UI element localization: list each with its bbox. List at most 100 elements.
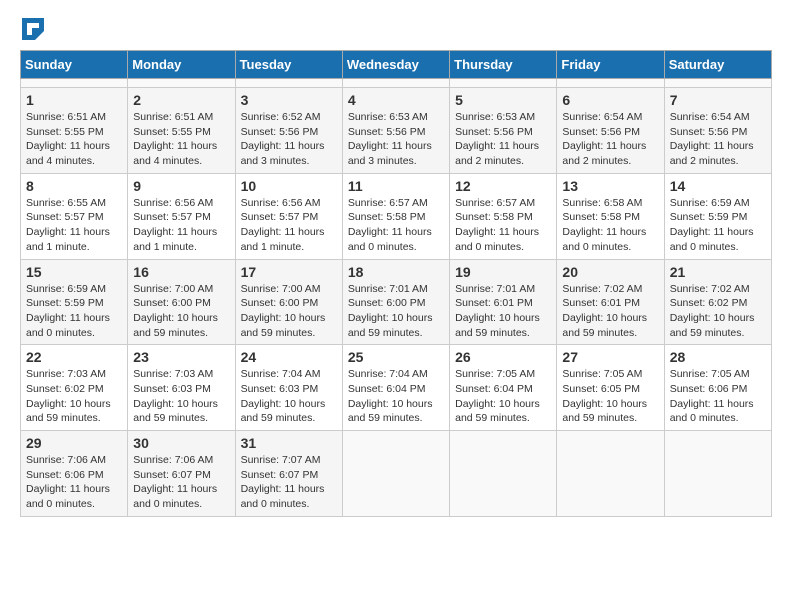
day-info: Sunrise: 6:54 AMSunset: 5:56 PMDaylight:… [562, 110, 658, 169]
day-number: 16 [133, 264, 229, 280]
day-number: 22 [26, 349, 122, 365]
table-row: 10 Sunrise: 6:56 AMSunset: 5:57 PMDayligh… [235, 173, 342, 259]
day-info: Sunrise: 6:57 AMSunset: 5:58 PMDaylight:… [348, 196, 444, 255]
table-row [342, 431, 449, 517]
logo [20, 20, 44, 40]
day-info: Sunrise: 7:03 AMSunset: 6:03 PMDaylight:… [133, 367, 229, 426]
calendar-week-row: 29Sunrise: 7:06 AMSunset: 6:06 PMDayligh… [21, 431, 772, 517]
day-info: Sunrise: 6:58 AMSunset: 5:58 PMDaylight:… [562, 196, 658, 255]
table-row: 24Sunrise: 7:04 AMSunset: 6:03 PMDayligh… [235, 345, 342, 431]
day-number: 18 [348, 264, 444, 280]
calendar-week-row: 8Sunrise: 6:55 AMSunset: 5:57 PMDaylight… [21, 173, 772, 259]
day-number: 12 [455, 178, 551, 194]
day-info: Sunrise: 6:56 AMSunset: 5:57 PMDaylight:… [241, 196, 337, 255]
day-info: Sunrise: 6:59 AMSunset: 5:59 PMDaylight:… [670, 196, 766, 255]
calendar-week-row: 15 Sunrise: 6:59 AMSunset: 5:59 PMDayligh… [21, 259, 772, 345]
day-number: 10 [241, 178, 337, 194]
calendar-week-row: 22Sunrise: 7:03 AMSunset: 6:02 PMDayligh… [21, 345, 772, 431]
day-number: 30 [133, 435, 229, 451]
day-number: 1 [26, 92, 122, 108]
table-row [450, 431, 557, 517]
day-number: 28 [670, 349, 766, 365]
table-row: 16 Sunrise: 7:00 AMSunset: 6:00 PMDayligh… [128, 259, 235, 345]
day-info: Sunrise: 6:57 AMSunset: 5:58 PMDaylight:… [455, 196, 551, 255]
day-number: 17 [241, 264, 337, 280]
day-number: 6 [562, 92, 658, 108]
table-row: 31 Sunrise: 7:07 AMSunset: 6:07 PMDayligh… [235, 431, 342, 517]
day-info: Sunrise: 7:06 AMSunset: 6:07 PMDaylight:… [133, 453, 229, 512]
table-row: 23 Sunrise: 7:03 AMSunset: 6:03 PMDayligh… [128, 345, 235, 431]
day-info: Sunrise: 7:02 AMSunset: 6:01 PMDaylight:… [562, 282, 658, 341]
table-row: 22Sunrise: 7:03 AMSunset: 6:02 PMDayligh… [21, 345, 128, 431]
table-row: 18 Sunrise: 7:01 AMSunset: 6:00 PMDayligh… [342, 259, 449, 345]
table-row: 6 Sunrise: 6:54 AMSunset: 5:56 PMDaylight… [557, 88, 664, 174]
table-row [128, 79, 235, 88]
table-row [557, 79, 664, 88]
day-number: 24 [241, 349, 337, 365]
page-header [20, 20, 772, 40]
table-row: 7Sunrise: 6:54 AMSunset: 5:56 PMDaylight… [664, 88, 771, 174]
table-row: 3 Sunrise: 6:52 AMSunset: 5:56 PMDaylight… [235, 88, 342, 174]
table-row: 28 Sunrise: 7:05 AMSunset: 6:06 PMDayligh… [664, 345, 771, 431]
col-wednesday: Wednesday [342, 51, 449, 79]
day-info: Sunrise: 7:05 AMSunset: 6:05 PMDaylight:… [562, 367, 658, 426]
col-monday: Monday [128, 51, 235, 79]
table-row: 14 Sunrise: 6:59 AMSunset: 5:59 PMDayligh… [664, 173, 771, 259]
table-row: 29Sunrise: 7:06 AMSunset: 6:06 PMDayligh… [21, 431, 128, 517]
day-info: Sunrise: 7:05 AMSunset: 6:04 PMDaylight:… [455, 367, 551, 426]
table-row: 11 Sunrise: 6:57 AMSunset: 5:58 PMDayligh… [342, 173, 449, 259]
day-info: Sunrise: 7:00 AMSunset: 6:00 PMDaylight:… [133, 282, 229, 341]
calendar-week-row [21, 79, 772, 88]
day-number: 29 [26, 435, 122, 451]
day-number: 26 [455, 349, 551, 365]
table-row [342, 79, 449, 88]
day-number: 11 [348, 178, 444, 194]
table-row [664, 79, 771, 88]
day-number: 19 [455, 264, 551, 280]
day-number: 3 [241, 92, 337, 108]
day-info: Sunrise: 6:56 AMSunset: 5:57 PMDaylight:… [133, 196, 229, 255]
table-row: 27 Sunrise: 7:05 AMSunset: 6:05 PMDayligh… [557, 345, 664, 431]
day-info: Sunrise: 7:05 AMSunset: 6:06 PMDaylight:… [670, 367, 766, 426]
table-row: 30 Sunrise: 7:06 AMSunset: 6:07 PMDayligh… [128, 431, 235, 517]
day-info: Sunrise: 6:53 AMSunset: 5:56 PMDaylight:… [455, 110, 551, 169]
day-info: Sunrise: 7:00 AMSunset: 6:00 PMDaylight:… [241, 282, 337, 341]
table-row: 15 Sunrise: 6:59 AMSunset: 5:59 PMDayligh… [21, 259, 128, 345]
day-number: 8 [26, 178, 122, 194]
day-number: 13 [562, 178, 658, 194]
day-number: 7 [670, 92, 766, 108]
day-number: 4 [348, 92, 444, 108]
table-row: 2 Sunrise: 6:51 AMSunset: 5:55 PMDaylight… [128, 88, 235, 174]
day-number: 25 [348, 349, 444, 365]
col-friday: Friday [557, 51, 664, 79]
table-row: 13 Sunrise: 6:58 AMSunset: 5:58 PMDayligh… [557, 173, 664, 259]
day-info: Sunrise: 6:59 AMSunset: 5:59 PMDaylight:… [26, 282, 122, 341]
day-number: 23 [133, 349, 229, 365]
table-row: 17 Sunrise: 7:00 AMSunset: 6:00 PMDayligh… [235, 259, 342, 345]
table-row: 8Sunrise: 6:55 AMSunset: 5:57 PMDaylight… [21, 173, 128, 259]
day-number: 27 [562, 349, 658, 365]
calendar-week-row: 1 Sunrise: 6:51 AMSunset: 5:55 PMDaylight… [21, 88, 772, 174]
day-number: 20 [562, 264, 658, 280]
table-row [235, 79, 342, 88]
day-number: 5 [455, 92, 551, 108]
table-row [557, 431, 664, 517]
day-number: 14 [670, 178, 766, 194]
day-info: Sunrise: 7:02 AMSunset: 6:02 PMDaylight:… [670, 282, 766, 341]
day-info: Sunrise: 7:07 AMSunset: 6:07 PMDaylight:… [241, 453, 337, 512]
day-number: 31 [241, 435, 337, 451]
table-row: 9 Sunrise: 6:56 AMSunset: 5:57 PMDaylight… [128, 173, 235, 259]
day-info: Sunrise: 7:04 AMSunset: 6:04 PMDaylight:… [348, 367, 444, 426]
day-info: Sunrise: 6:52 AMSunset: 5:56 PMDaylight:… [241, 110, 337, 169]
table-row: 20 Sunrise: 7:02 AMSunset: 6:01 PMDayligh… [557, 259, 664, 345]
col-tuesday: Tuesday [235, 51, 342, 79]
col-saturday: Saturday [664, 51, 771, 79]
day-number: 9 [133, 178, 229, 194]
day-number: 15 [26, 264, 122, 280]
day-number: 2 [133, 92, 229, 108]
table-row: 26 Sunrise: 7:05 AMSunset: 6:04 PMDayligh… [450, 345, 557, 431]
table-row [21, 79, 128, 88]
day-info: Sunrise: 7:01 AMSunset: 6:00 PMDaylight:… [348, 282, 444, 341]
day-info: Sunrise: 6:51 AMSunset: 5:55 PMDaylight:… [133, 110, 229, 169]
day-info: Sunrise: 7:01 AMSunset: 6:01 PMDaylight:… [455, 282, 551, 341]
